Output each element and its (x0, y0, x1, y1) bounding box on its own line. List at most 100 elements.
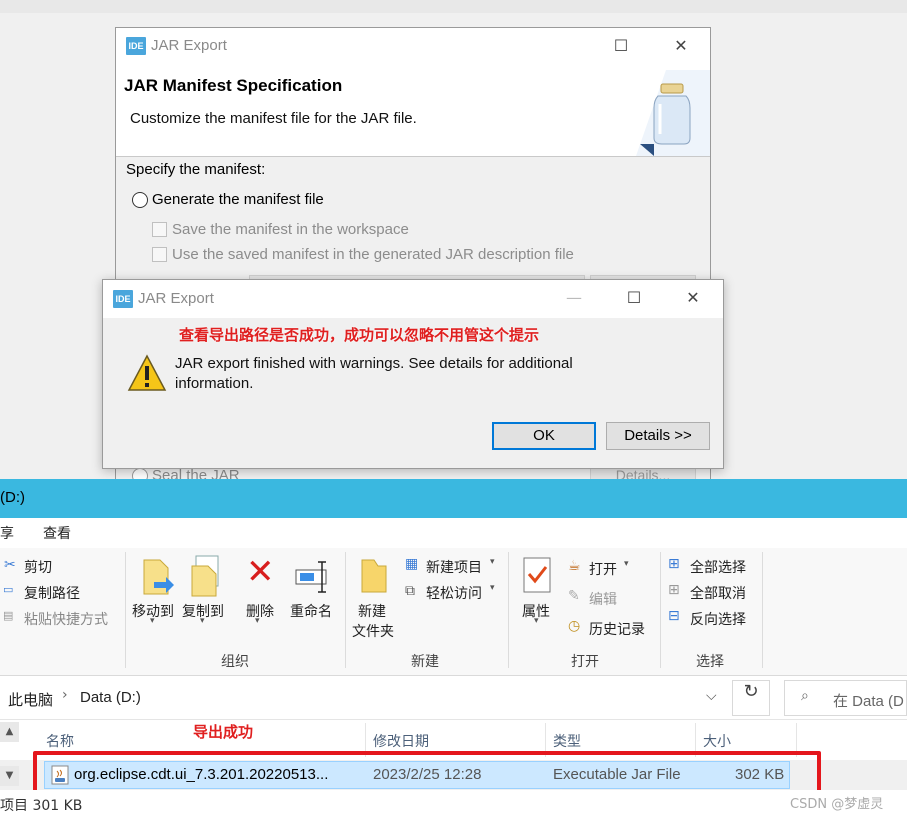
jar-banner-icon (636, 70, 710, 156)
chevron-down-icon: ▾ (624, 559, 629, 569)
search-icon: ⌕ (801, 688, 809, 704)
ribbon-separator (660, 552, 661, 668)
copy-path-icon: ▭ (3, 583, 14, 596)
paste-shortcut-icon: ▤ (3, 609, 14, 622)
status-bar: 项目 301 KB CSDN @梦虚灵 (0, 790, 907, 819)
explorer-title: (D:) (0, 489, 25, 506)
chevron-down-icon: ▾ (150, 616, 155, 626)
group-organize-label: 组织 (221, 654, 249, 670)
scissors-icon: ✂ (4, 557, 16, 573)
search-box[interactable]: ⌕ 在 Data (D (784, 680, 907, 716)
warning-message-line2: information. (175, 375, 254, 392)
save-manifest-label: Save the manifest in the workspace (172, 221, 409, 238)
scroll-down-icon[interactable]: ▼ (0, 766, 19, 786)
annotation-check-path: 查看导出路径是否成功，成功可以忽略不用管这个提示 (179, 326, 540, 344)
specify-label: Specify the manifest: (126, 161, 266, 178)
tab-share[interactable]: 享 (0, 523, 14, 543)
ide-app-icon: IDE (113, 290, 133, 308)
new-item-icon: ▦ (405, 556, 419, 572)
rename-button[interactable]: 重命名 (290, 601, 332, 621)
minimize-icon[interactable]: — (559, 286, 589, 310)
easy-access-icon: ⧉ (405, 583, 415, 599)
close-icon[interactable]: ✕ (678, 286, 708, 310)
generate-manifest-radio[interactable] (132, 192, 148, 208)
close-icon[interactable]: ✕ (666, 34, 696, 58)
new-folder-icon (361, 559, 387, 593)
ide-app-icon: IDE (126, 37, 146, 55)
invert-selection-icon: ⊟ (668, 608, 680, 624)
group-select-label: 选择 (696, 654, 724, 670)
chevron-down-icon: ▾ (490, 583, 495, 593)
wizard-header: JAR Manifest Specification Customize the… (116, 64, 710, 157)
jar-export-warning-dialog: IDE JAR Export — ☐ ✕ 查看导出路径是否成功，成功可以忽略不用… (102, 279, 724, 469)
window-title: JAR Export (151, 37, 227, 54)
breadcrumb-this-pc[interactable]: 此电脑 (8, 689, 53, 710)
explorer-menubar: 享 查看 (0, 518, 907, 548)
chevron-down-icon[interactable]: ⌵ (706, 688, 717, 704)
breadcrumb-data-d[interactable]: Data (D:) (80, 689, 141, 706)
chevron-down-icon: ▾ (200, 616, 205, 626)
tab-view[interactable]: 查看 (43, 523, 71, 543)
chevron-down-icon: ▾ (255, 616, 260, 626)
history-button[interactable]: 历史记录 (589, 619, 645, 639)
chevron-right-icon: › (62, 687, 68, 703)
move-to-icon (143, 559, 174, 595)
ribbon-separator (508, 552, 509, 668)
easy-access-button[interactable]: 轻松访问 (426, 583, 482, 603)
rename-icon (295, 561, 327, 593)
copy-to-icon (191, 555, 219, 597)
scroll-up-icon[interactable]: ▲ (0, 722, 19, 742)
maximize-icon[interactable]: ☐ (619, 286, 649, 310)
search-placeholder: 在 Data (D (833, 693, 904, 710)
save-manifest-checkbox[interactable] (152, 222, 167, 237)
status-text: 项目 301 KB (0, 798, 83, 814)
ribbon-separator (125, 552, 126, 668)
new-folder-button-line2[interactable]: 文件夹 (352, 621, 394, 641)
warning-icon (127, 354, 167, 391)
column-name[interactable]: 名称 (46, 731, 74, 751)
open-button[interactable]: 打开 (589, 559, 617, 579)
column-modified[interactable]: 修改日期 (373, 731, 429, 751)
annotation-export-success: 导出成功 (193, 723, 254, 741)
chevron-down-icon: ▾ (490, 557, 495, 567)
refresh-icon[interactable]: ↻ (732, 680, 770, 716)
select-all-button[interactable]: 全部选择 (690, 557, 746, 577)
background-window-top (0, 0, 907, 13)
cut-button[interactable]: 剪切 (24, 557, 52, 577)
delete-button[interactable]: 删除 (246, 601, 274, 621)
column-size[interactable]: 大小 (703, 731, 731, 751)
chevron-down-icon: ▾ (534, 616, 539, 626)
details-button[interactable]: Details >> (606, 422, 710, 450)
invert-selection-button[interactable]: 反向选择 (690, 609, 746, 629)
ribbon-separator (345, 552, 346, 668)
explorer-ribbon: ✂ 剪切 ▭ 复制路径 ▤ 粘贴快捷方式 移动到 ▾ 复制到 ▾ ✕ 删除 ▾ … (0, 548, 907, 676)
ok-button[interactable]: OK (492, 422, 596, 450)
delete-icon: ✕ (246, 552, 275, 592)
open-icon: ☕ (568, 558, 581, 574)
group-new-label: 新建 (411, 654, 439, 670)
select-all-icon: ⊞ (668, 556, 680, 572)
generate-manifest-label: Generate the manifest file (152, 191, 324, 208)
window-title: JAR Export (138, 290, 214, 307)
group-open-label: 打开 (571, 654, 599, 670)
address-bar: 此电脑 › Data (D:) ⌵ ↻ ⌕ 在 Data (D (0, 676, 907, 720)
select-none-button[interactable]: 全部取消 (690, 583, 746, 603)
new-folder-button-line1[interactable]: 新建 (358, 601, 386, 621)
paste-shortcut-button[interactable]: 粘贴快捷方式 (24, 609, 108, 629)
select-none-icon: ⊞ (668, 582, 680, 598)
edit-button[interactable]: 编辑 (589, 589, 617, 609)
properties-icon (523, 557, 551, 593)
warning-message-line1: JAR export finished with warnings. See d… (175, 355, 573, 372)
copy-path-button[interactable]: 复制路径 (24, 583, 80, 603)
ribbon-separator (762, 552, 763, 668)
new-item-button[interactable]: 新建项目 (426, 557, 482, 577)
maximize-icon[interactable]: ☐ (606, 34, 636, 58)
explorer-titlebar: (D:) (0, 479, 907, 518)
column-type[interactable]: 类型 (553, 731, 581, 751)
use-saved-manifest-checkbox[interactable] (152, 247, 167, 262)
use-saved-manifest-label: Use the saved manifest in the generated … (172, 246, 574, 263)
watermark: CSDN @梦虚灵 (790, 797, 884, 812)
history-icon: ◷ (568, 618, 581, 634)
dialog-titlebar: IDE JAR Export ☐ ✕ (116, 28, 710, 64)
page-title: JAR Manifest Specification (124, 76, 343, 95)
